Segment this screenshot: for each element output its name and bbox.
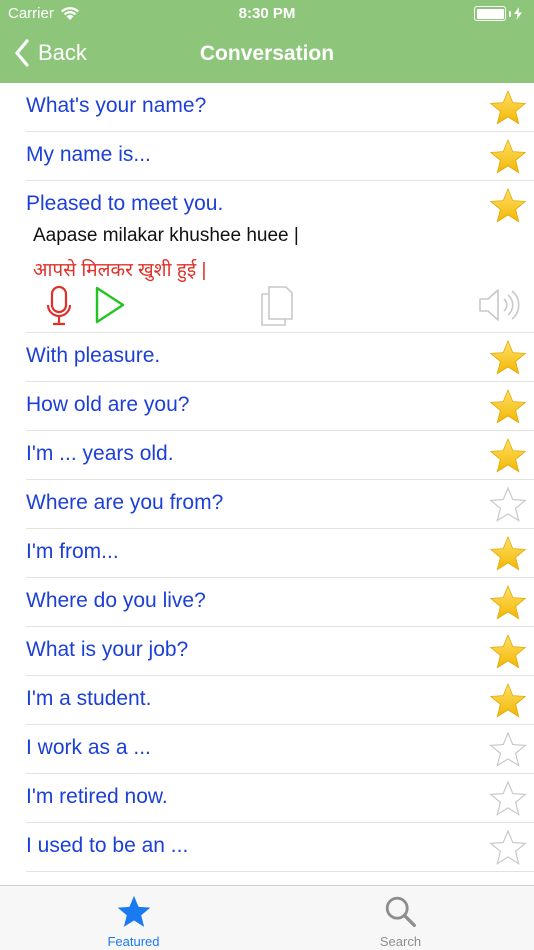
list-item[interactable]: I'm retired now.	[26, 774, 534, 823]
phrase-text: How old are you?	[26, 393, 190, 416]
star-outline-icon[interactable]	[488, 828, 528, 868]
phrase-text: Where are you from?	[26, 491, 224, 514]
star-outline-icon[interactable]	[488, 779, 528, 819]
tab-bar: Featured Search	[0, 885, 534, 950]
phrase-text: I'm ... years old.	[26, 442, 174, 465]
phrase-text: With pleasure.	[26, 344, 161, 367]
phrase-text: My name is...	[26, 143, 151, 166]
phrase-text: I used to be an ...	[26, 834, 189, 857]
list-item[interactable]: How old are you?	[26, 382, 534, 431]
phrase-text: I work as a ...	[26, 736, 151, 759]
list-item[interactable]: I'm ... years old.	[26, 431, 534, 480]
list-item[interactable]: I work as a ...	[26, 725, 534, 774]
phrase-text: Pleased to meet you.	[26, 192, 224, 215]
tab-search[interactable]: Search	[267, 886, 534, 950]
list-item[interactable]: What is your job?	[26, 627, 534, 676]
tab-featured-label: Featured	[107, 934, 160, 949]
charging-icon	[514, 7, 522, 20]
star-filled-icon[interactable]	[488, 88, 528, 128]
star-filled-icon[interactable]	[488, 632, 528, 672]
list-item[interactable]: What's your name?	[26, 83, 534, 132]
phrase-list[interactable]: What's your name? My name is... Pleased …	[0, 83, 534, 885]
phrase-text: Where do you live?	[26, 589, 206, 612]
hindi-text: आपसे मिलकर खुशी हुई |	[33, 260, 207, 281]
star-filled-icon[interactable]	[488, 534, 528, 574]
list-item[interactable]: My name is...	[26, 132, 534, 181]
navigation-bar: Back Conversation	[0, 28, 534, 83]
tab-search-label: Search	[379, 934, 422, 949]
speaker-icon[interactable]	[478, 287, 520, 323]
list-item[interactable]: Pleased to meet you. Aapase milakar khus…	[26, 181, 534, 333]
star-filled-icon[interactable]	[488, 583, 528, 623]
copy-icon[interactable]	[260, 285, 294, 327]
transliteration-text: Aapase milakar khushee huee |	[33, 225, 299, 246]
phrase-text: I'm retired now.	[26, 785, 168, 808]
page-title: Conversation	[199, 42, 335, 65]
star-filled-icon[interactable]	[488, 186, 528, 226]
list-item[interactable]: Where do you live?	[26, 578, 534, 627]
phrase-text: I'm from...	[26, 540, 119, 563]
star-filled-icon[interactable]	[488, 681, 528, 721]
list-item[interactable]: I'm from...	[26, 529, 534, 578]
list-item[interactable]: I used to be an ...	[26, 823, 534, 872]
phrase-text: What is your job?	[26, 638, 189, 661]
list-item[interactable]: With pleasure.	[26, 333, 534, 382]
star-filled-icon[interactable]	[488, 436, 528, 476]
search-icon	[385, 896, 416, 927]
list-item[interactable]: Where are you from?	[26, 480, 534, 529]
list-item[interactable]: I'm a student.	[26, 676, 534, 725]
phrase-text: What's your name?	[26, 94, 207, 117]
tab-featured[interactable]: Featured	[0, 886, 267, 950]
status-time: 8:30 PM	[238, 5, 296, 22]
star-outline-icon[interactable]	[488, 485, 528, 525]
play-icon[interactable]	[94, 285, 126, 325]
battery-icon	[474, 6, 522, 21]
phrase-text: I'm a student.	[26, 687, 152, 710]
microphone-icon[interactable]	[46, 285, 72, 327]
star-outline-icon[interactable]	[488, 730, 528, 770]
star-icon	[117, 895, 150, 927]
star-filled-icon[interactable]	[488, 338, 528, 378]
star-filled-icon[interactable]	[488, 387, 528, 427]
status-bar: Carrier 8:30 PM	[0, 0, 534, 28]
star-filled-icon[interactable]	[488, 137, 528, 177]
